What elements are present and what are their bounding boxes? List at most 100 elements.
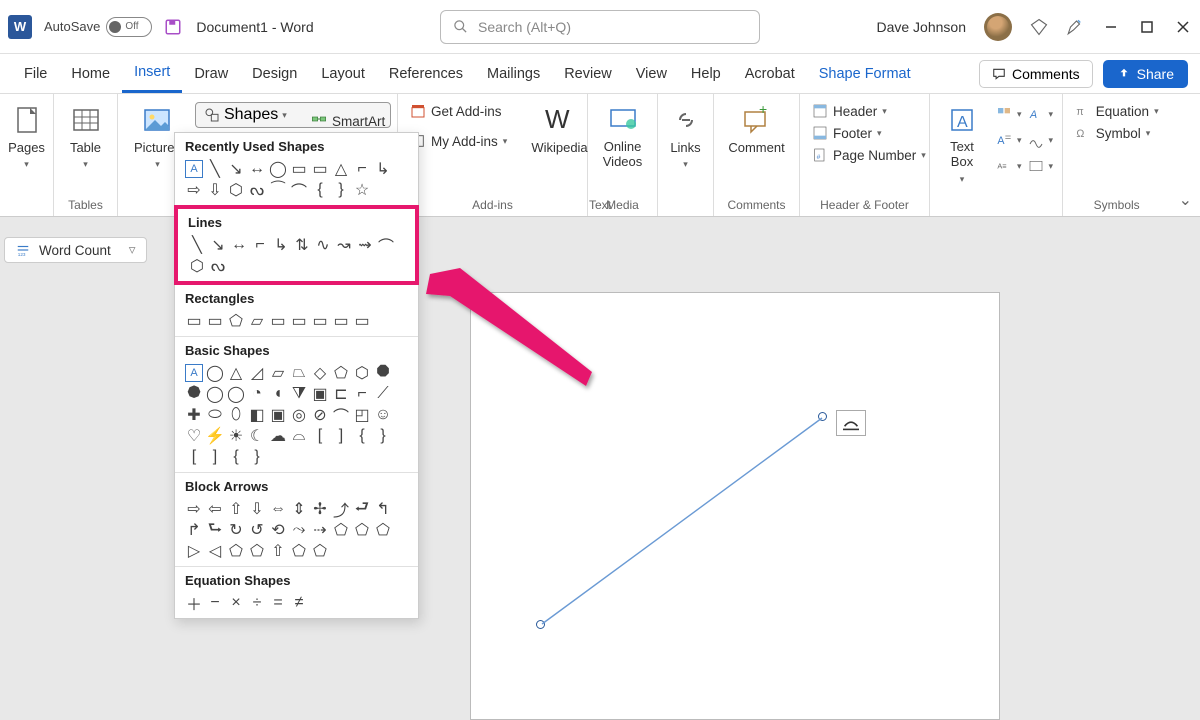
- footer-button[interactable]: Footer▾: [806, 122, 888, 144]
- quickparts-button[interactable]: ▾: [994, 104, 1024, 124]
- shape-curve[interactable]: ⁀: [269, 181, 287, 199]
- rect-2[interactable]: ▭: [206, 312, 224, 330]
- share-button[interactable]: Share: [1103, 60, 1188, 88]
- shape-scribble[interactable]: ᔓ: [248, 181, 266, 199]
- shape-triangle[interactable]: △: [332, 160, 350, 178]
- shape-textbox[interactable]: A: [185, 160, 203, 178]
- bs-can[interactable]: ⬯: [227, 406, 245, 424]
- wordart-button[interactable]: A▾: [1026, 104, 1056, 124]
- bs-dia[interactable]: ◇: [311, 364, 329, 382]
- tab-mailings[interactable]: Mailings: [475, 54, 552, 93]
- ba-d[interactable]: ⇩: [248, 500, 266, 518]
- bs-bevel[interactable]: ▣: [269, 406, 287, 424]
- tab-review[interactable]: Review: [552, 54, 624, 93]
- rect-9[interactable]: ▭: [353, 312, 371, 330]
- bs-oct[interactable]: ⯄: [185, 385, 203, 403]
- line-freeform[interactable]: ⬡: [188, 257, 206, 275]
- ba-c3[interactable]: ⟲: [269, 521, 287, 539]
- user-name[interactable]: Dave Johnson: [876, 19, 966, 35]
- ba-d2[interactable]: ⬠: [290, 542, 308, 560]
- comment-button[interactable]: + Comment: [718, 100, 794, 159]
- rect-8[interactable]: ▭: [332, 312, 350, 330]
- eq-mult[interactable]: ×: [227, 594, 245, 612]
- bs-bolt[interactable]: ⚡: [206, 427, 224, 445]
- links-button[interactable]: Links ▾: [660, 100, 712, 174]
- ba-c9[interactable]: ▷: [185, 542, 203, 560]
- ba-c4[interactable]: ⤳: [290, 521, 308, 539]
- search-input[interactable]: Search (Alt+Q): [440, 10, 760, 44]
- tab-insert[interactable]: Insert: [122, 54, 182, 93]
- rect-5[interactable]: ▭: [269, 312, 287, 330]
- collapse-ribbon-button[interactable]: ⌄: [1171, 94, 1200, 216]
- bs-rtri[interactable]: ◿: [248, 364, 266, 382]
- bs-moon[interactable]: ☾: [248, 427, 266, 445]
- rect-4[interactable]: ▱: [248, 312, 266, 330]
- symbol-button[interactable]: Ω Symbol▾: [1069, 122, 1157, 144]
- shape-down-arrow[interactable]: ⇩: [206, 181, 224, 199]
- tab-view[interactable]: View: [624, 54, 679, 93]
- bs-trap[interactable]: ⏢: [290, 364, 308, 382]
- bs-hept[interactable]: ⯃: [374, 364, 392, 382]
- ba-c1[interactable]: ↻: [227, 521, 245, 539]
- autosave-toggle[interactable]: Off: [106, 17, 152, 37]
- bs-smile[interactable]: ☺: [374, 406, 392, 424]
- shape-star[interactable]: ☆: [353, 181, 371, 199]
- header-button[interactable]: Header▾: [806, 100, 893, 122]
- bs-textbox[interactable]: A: [185, 364, 203, 382]
- bs-cloud[interactable]: ☁: [269, 427, 287, 445]
- eq-minus[interactable]: −: [206, 594, 224, 612]
- close-button[interactable]: [1174, 18, 1192, 36]
- ba-l[interactable]: ⇦: [206, 500, 224, 518]
- bs-tri[interactable]: △: [227, 364, 245, 382]
- diamond-icon[interactable]: [1030, 18, 1048, 36]
- page-number-button[interactable]: # Page Number▾: [806, 144, 932, 166]
- bs-donut[interactable]: ◎: [290, 406, 308, 424]
- line-elbow[interactable]: ⌐: [251, 236, 269, 254]
- shape-rounded-rect[interactable]: ▭: [290, 160, 308, 178]
- line-elbow-arrow[interactable]: ↳: [272, 236, 290, 254]
- bs-pie[interactable]: ◔: [248, 385, 266, 403]
- ba-bent[interactable]: ⤴: [332, 500, 350, 518]
- tab-file[interactable]: File: [12, 54, 59, 93]
- object-button[interactable]: ▾: [1026, 156, 1056, 176]
- bs-plaque[interactable]: ⬭: [206, 406, 224, 424]
- ba-c7[interactable]: ⬠: [353, 521, 371, 539]
- ba-d1[interactable]: ⇧: [269, 542, 287, 560]
- ba-c8[interactable]: ⬠: [374, 521, 392, 539]
- minimize-button[interactable]: [1102, 18, 1120, 36]
- pages-button[interactable]: Pages ▾: [0, 100, 55, 174]
- eq-div[interactable]: ÷: [248, 594, 266, 612]
- get-addins-button[interactable]: Get Add-ins: [404, 100, 513, 122]
- ba-r2[interactable]: ↱: [185, 521, 203, 539]
- eq-plus[interactable]: ＋: [185, 594, 203, 612]
- rect-7[interactable]: ▭: [311, 312, 329, 330]
- bs-br8[interactable]: }: [248, 448, 266, 466]
- bs-frame[interactable]: ▣: [311, 385, 329, 403]
- shape-brace-r[interactable]: }: [332, 181, 350, 199]
- dropcap-button[interactable]: A▾: [994, 130, 1024, 150]
- equation-button[interactable]: π Equation▾: [1069, 100, 1165, 122]
- bs-diag[interactable]: ⟋: [374, 385, 392, 403]
- bs-br5[interactable]: [: [185, 448, 203, 466]
- shape-elbow-arrow[interactable]: ↳: [374, 160, 392, 178]
- tab-layout[interactable]: Layout: [309, 54, 377, 93]
- line-elbow-double[interactable]: ⇅: [293, 236, 311, 254]
- line-scribble[interactable]: ᔓ: [209, 257, 227, 275]
- line-arrow[interactable]: ↘: [209, 236, 227, 254]
- tab-design[interactable]: Design: [240, 54, 309, 93]
- shape-arc[interactable]: ⌒: [290, 181, 308, 199]
- bs-fold[interactable]: ◰: [353, 406, 371, 424]
- line-double-arrow[interactable]: ↔: [230, 236, 248, 254]
- bs-arc4[interactable]: ⌓: [290, 427, 308, 445]
- line-arc2[interactable]: ⌒: [377, 236, 395, 254]
- layout-options-button[interactable]: [836, 410, 866, 436]
- shape-line[interactable]: ╲: [206, 160, 224, 178]
- bs-cube[interactable]: ◧: [248, 406, 266, 424]
- bs-oval[interactable]: ◯: [206, 364, 224, 382]
- ba-d3[interactable]: ⬠: [311, 542, 329, 560]
- tab-home[interactable]: Home: [59, 54, 122, 93]
- line-curve-double[interactable]: ⇝: [356, 236, 374, 254]
- bs-hframe[interactable]: ⊏: [332, 385, 350, 403]
- ba-c10[interactable]: ◁: [206, 542, 224, 560]
- tab-help[interactable]: Help: [679, 54, 733, 93]
